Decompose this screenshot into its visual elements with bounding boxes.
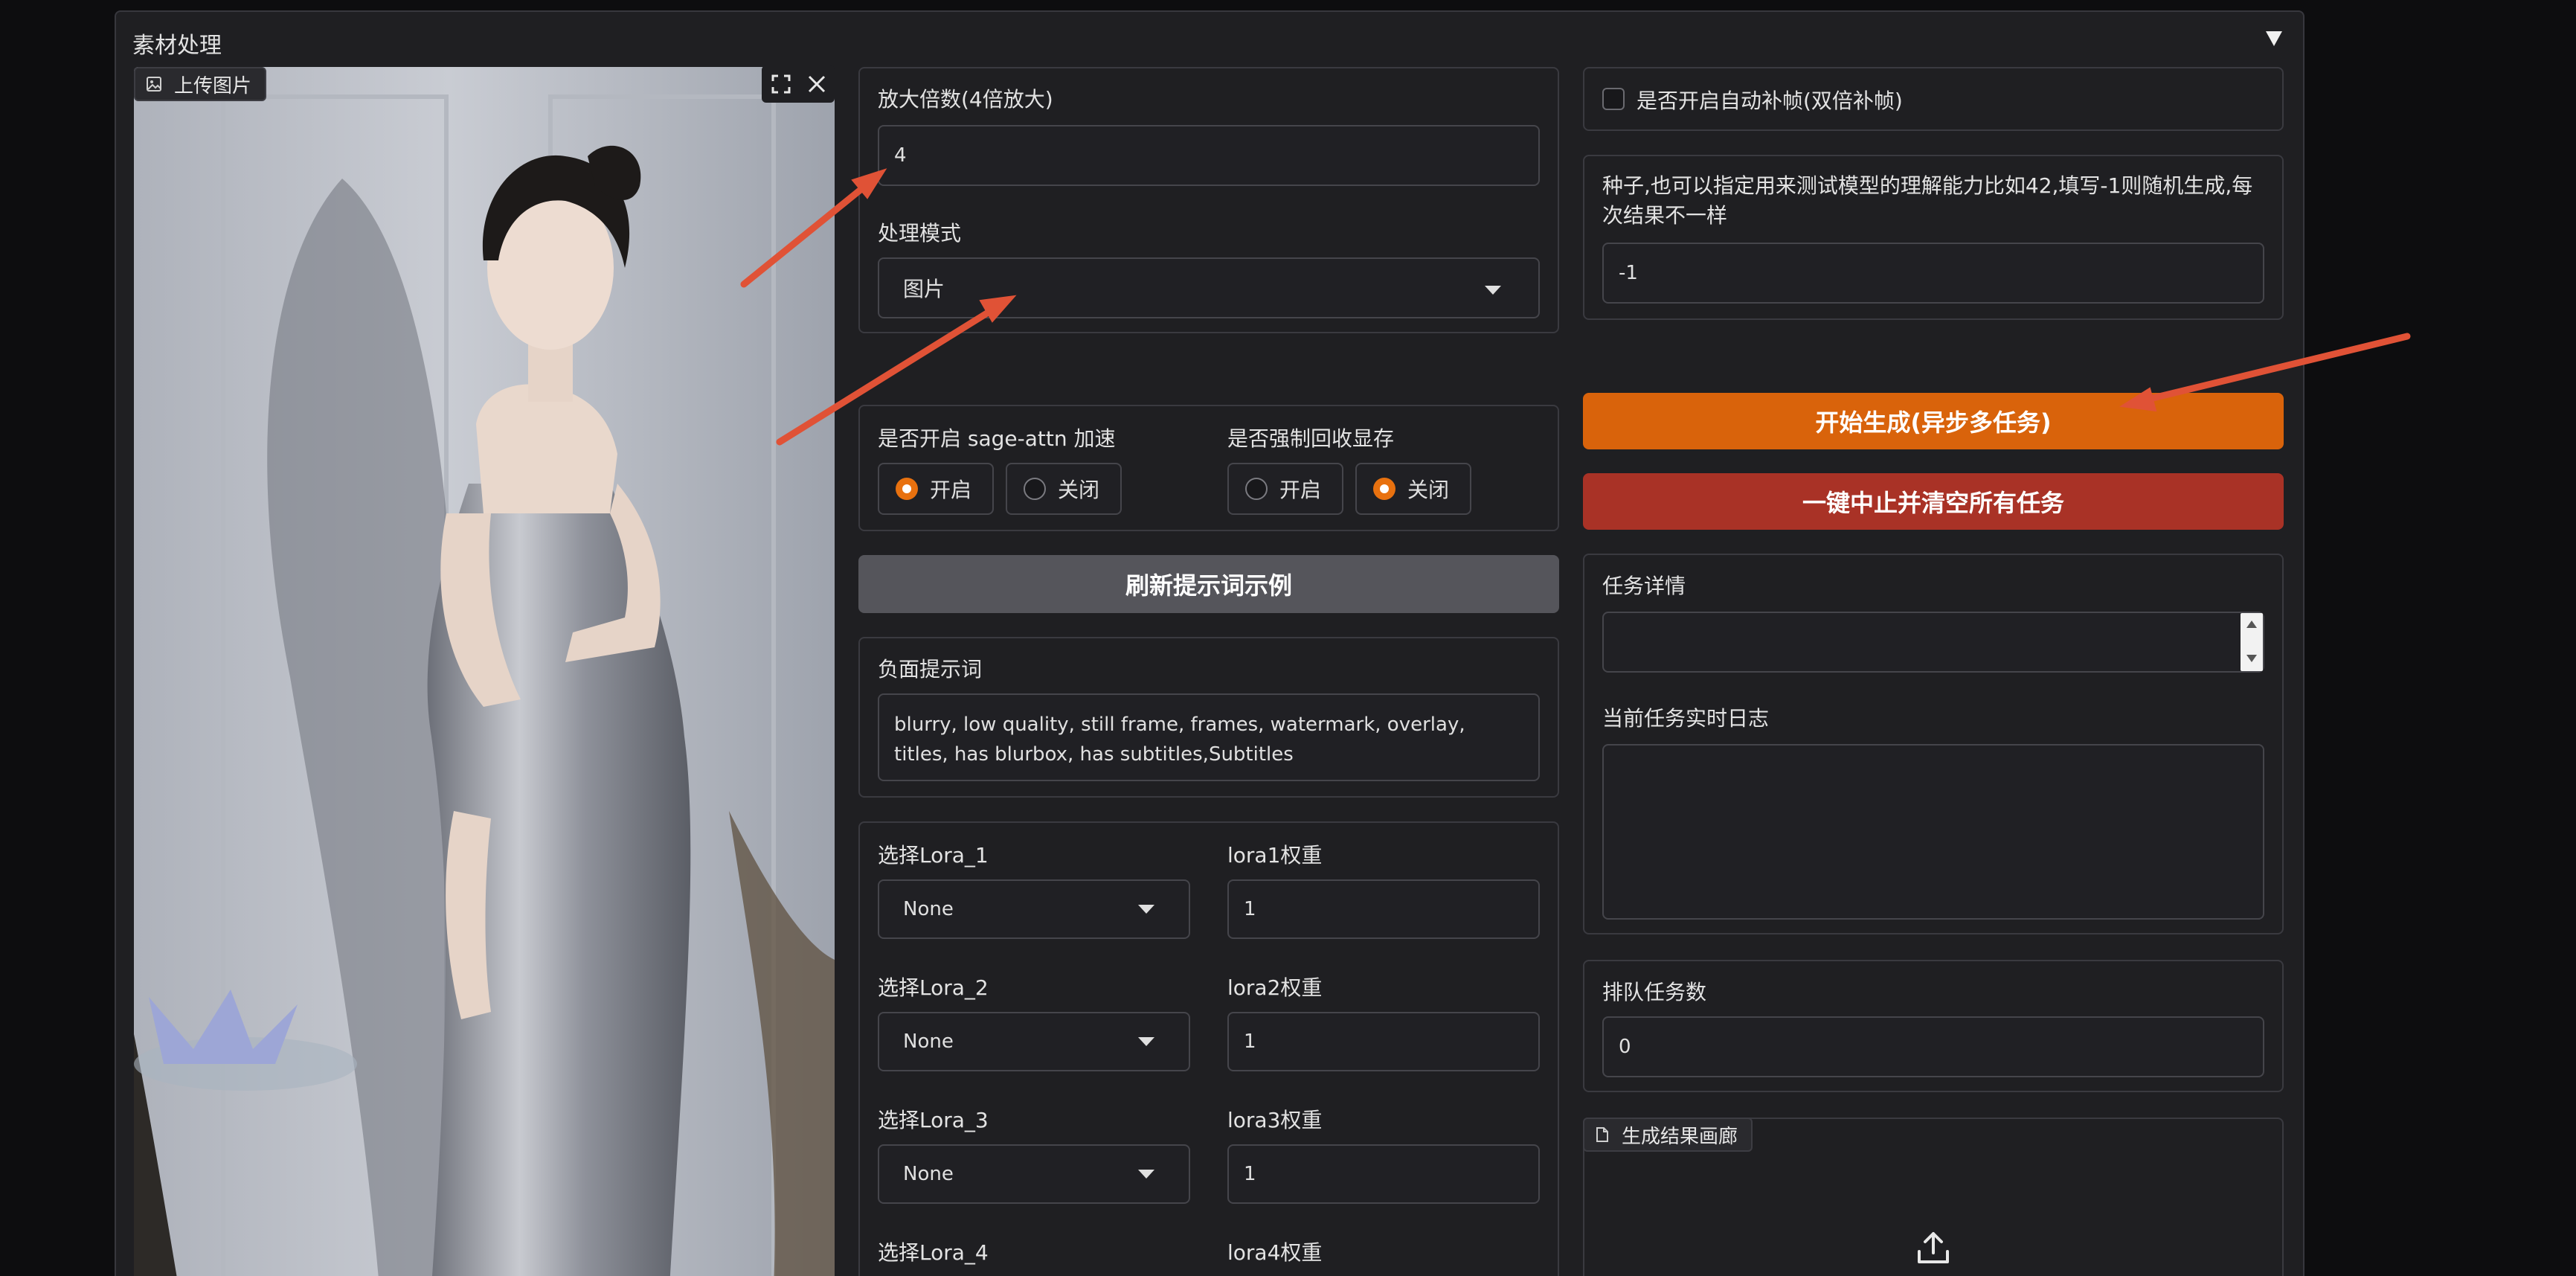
lora-3-weight-label: lora3权重 [1227,1108,1323,1132]
lora-2-weight-input[interactable]: 1 [1227,1012,1540,1071]
lora-3-weight-input[interactable]: 1 [1227,1144,1540,1204]
interpolation-checkbox[interactable] [1602,88,1625,110]
processing-mode-select[interactable]: 图片 [878,257,1540,318]
radio-selected-icon [896,478,918,500]
interpolation-label: 是否开启自动补帧(双倍补帧) [1637,89,1903,113]
sage-attn-off[interactable]: 关闭 [1006,463,1122,515]
chevron-down-icon [1138,1170,1154,1179]
scroll-up-icon[interactable] [2246,621,2257,628]
image-icon [147,77,161,92]
lora-2-label: 选择Lora_2 [878,975,989,1000]
image-upload-area[interactable] [134,67,835,1276]
uploaded-photo [134,67,835,1276]
radio-unselected-icon [1024,478,1046,500]
negative-prompt-textarea[interactable]: blurry, low quality, still frame, frames… [878,693,1540,781]
seed-label: 种子,也可以指定用来测试模型的理解能力比如42,填写-1则随机生成,每次结果不一… [1602,173,2253,228]
lora-1-weight-input[interactable]: 1 [1227,879,1540,939]
start-generation-button[interactable]: 开始生成(异步多任务) [1583,393,2284,449]
vram-off[interactable]: 关闭 [1355,463,1471,515]
task-details-label: 任务详情 [1602,574,1686,598]
lora-2-weight-label: lora2权重 [1227,975,1323,1000]
sage-attn-on-label: 开启 [930,478,972,502]
seed-input[interactable]: -1 [1602,243,2264,304]
chevron-down-icon [1138,905,1154,914]
triangle-down-icon[interactable] [2266,31,2282,46]
lora-4-weight-label: lora4权重 [1227,1240,1323,1265]
task-log-textarea[interactable] [1602,744,2264,920]
chevron-down-icon [1138,1037,1154,1046]
upscale-input[interactable]: 4 [878,125,1540,186]
upload-icon[interactable] [1915,1229,1952,1266]
upload-image-chip: 上传图片 [134,67,267,101]
stop-clear-all-tasks-button[interactable]: 一键中止并清空所有任务 [1583,473,2284,530]
scrollbar[interactable] [2241,613,2263,671]
lora-1-label: 选择Lora_1 [878,843,989,868]
queue-label: 排队任务数 [1602,980,1707,1004]
refresh-prompt-examples-button[interactable]: 刷新提示词示例 [858,555,1559,613]
gallery-chip: 生成结果画廊 [1583,1118,1753,1152]
scroll-down-icon[interactable] [2246,655,2257,662]
sage-attn-label: 是否开启 sage-attn 加速 [878,426,1116,451]
chevron-down-icon [1485,286,1501,295]
queue-count: 0 [1602,1016,2264,1077]
lora-2-value: None [903,1030,954,1053]
task-log-label: 当前任务实时日志 [1602,706,1770,731]
upload-image-label: 上传图片 [174,74,252,97]
lora-4-label: 选择Lora_4 [878,1240,989,1265]
vram-label: 是否强制回收显存 [1227,426,1395,451]
processing-mode-value: 图片 [903,277,945,301]
lora-3-label: 选择Lora_3 [878,1108,989,1132]
lora-3-value: None [903,1163,954,1185]
sage-attn-on[interactable]: 开启 [878,463,994,515]
file-icon [1596,1127,1608,1142]
upscale-label: 放大倍数(4倍放大) [878,87,1053,112]
accordion-title: 素材处理 [132,33,222,59]
vram-on[interactable]: 开启 [1227,463,1343,515]
expand-icon[interactable] [771,74,791,94]
lora-1-weight-label: lora1权重 [1227,843,1323,868]
vram-on-label: 开启 [1279,478,1322,502]
vram-off-label: 关闭 [1407,478,1450,502]
processing-mode-label: 处理模式 [878,221,962,246]
lora-1-value: None [903,898,954,920]
radio-selected-icon [1373,478,1395,500]
task-details-textarea[interactable] [1602,612,2264,673]
close-icon[interactable] [806,74,827,94]
gallery-label: 生成结果画廊 [1622,1125,1738,1148]
radio-unselected-icon [1245,478,1268,500]
negative-prompt-label: 负面提示词 [878,657,983,682]
sage-attn-off-label: 关闭 [1058,478,1100,502]
